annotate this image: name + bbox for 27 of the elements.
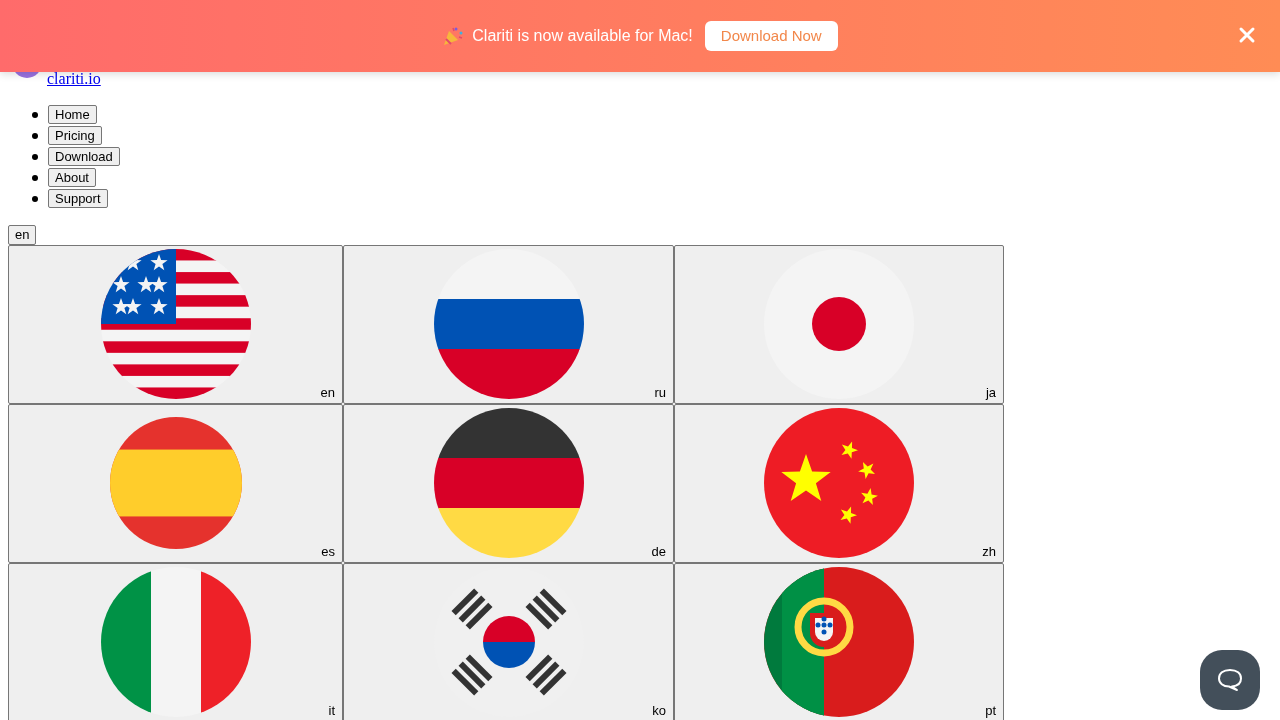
bullet-icon xyxy=(32,153,38,160)
chat-button[interactable] xyxy=(1200,650,1260,710)
language-option[interactable]: it xyxy=(8,562,343,720)
bullet-icon xyxy=(32,195,38,202)
nav-button[interactable]: Support xyxy=(48,188,108,209)
nav-button[interactable]: Download xyxy=(48,146,120,167)
speech-bubble-icon xyxy=(1216,666,1244,694)
language-option[interactable]: ru xyxy=(343,244,674,404)
language-option[interactable]: es xyxy=(8,403,343,563)
bullet-icon xyxy=(32,132,38,139)
language-option[interactable]: ko xyxy=(343,562,674,720)
language-option[interactable]: pt xyxy=(674,562,1004,720)
language-option[interactable]: de xyxy=(343,403,674,563)
flag-icon xyxy=(100,249,251,400)
bullet-icon xyxy=(32,174,38,181)
nav-button[interactable]: Pricing xyxy=(48,125,102,146)
bullet-icon xyxy=(32,111,38,118)
flag-icon xyxy=(433,408,584,559)
logo-link[interactable]: clariti.io xyxy=(47,69,101,88)
language-option[interactable]: zh xyxy=(674,403,1004,563)
party-popper-icon xyxy=(442,25,465,47)
language-option[interactable]: ja xyxy=(674,244,1004,404)
nav-button[interactable]: Home xyxy=(48,104,97,125)
language-option[interactable]: en xyxy=(8,244,343,404)
language-button[interactable]: en xyxy=(8,225,37,245)
nav-button[interactable]: About xyxy=(48,167,96,188)
banner-message: Clariti is now available for Mac! xyxy=(472,26,693,46)
